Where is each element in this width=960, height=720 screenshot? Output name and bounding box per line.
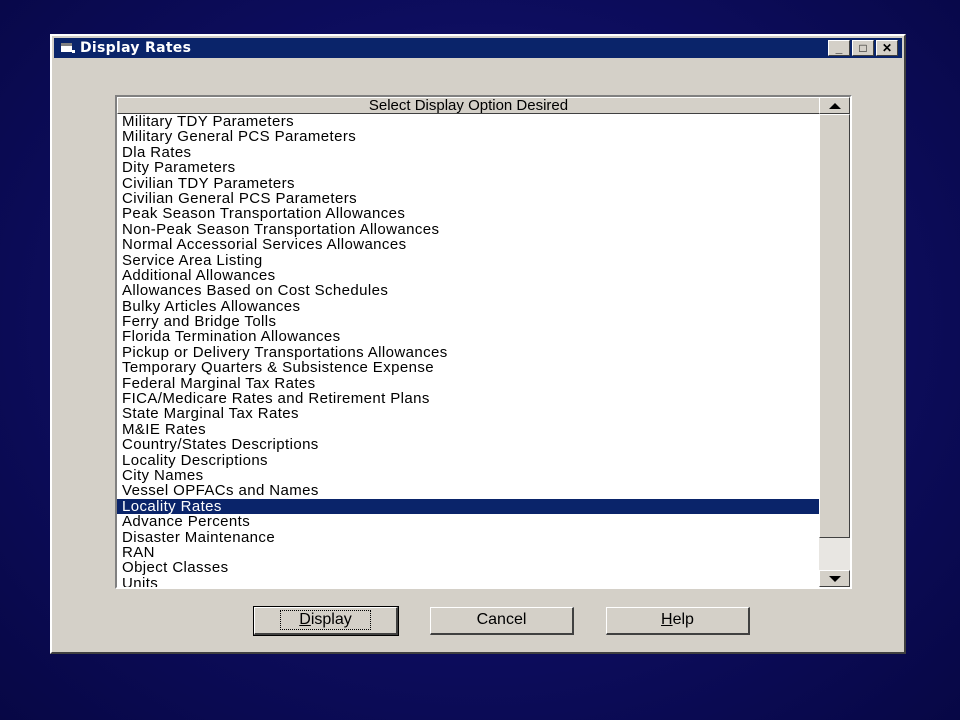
display-accel: D <box>299 611 311 628</box>
display-options-listbox[interactable]: Select Display Option Desired Military T… <box>115 95 852 589</box>
arrow-down-icon <box>829 576 841 582</box>
display-label: isplay <box>310 611 352 628</box>
list-item[interactable]: City Names <box>117 468 820 483</box>
list-item[interactable]: Peak Season Transportation Allowances <box>117 206 820 221</box>
list-item[interactable]: Pickup or Delivery Transportations Allow… <box>117 345 820 360</box>
list-item[interactable]: Object Classes <box>117 560 820 575</box>
maximize-button[interactable]: □ <box>852 40 874 56</box>
list-item[interactable]: Locality Descriptions <box>117 452 820 468</box>
list-item[interactable]: Vessel OPFACs and Names <box>117 483 820 498</box>
list-header: Select Display Option Desired <box>117 97 820 114</box>
close-button[interactable]: ✕ <box>876 40 898 56</box>
display-button[interactable]: Display <box>253 606 399 636</box>
list-item[interactable]: Units <box>117 576 820 587</box>
list-item[interactable]: State Marginal Tax Rates <box>117 406 820 421</box>
arrow-up-icon <box>829 103 841 109</box>
help-button[interactable]: Help <box>606 607 750 635</box>
list-item[interactable]: Federal Marginal Tax Rates <box>117 375 820 391</box>
list-item[interactable]: Non-Peak Season Transportation Allowance… <box>117 222 820 237</box>
display-rates-window: Display Rates _ □ ✕ Select Display Optio… <box>50 34 906 654</box>
list-item[interactable]: Military General PCS Parameters <box>117 129 820 144</box>
list-item[interactable]: M&IE Rates <box>117 422 820 437</box>
help-accel: H <box>661 611 673 628</box>
list-item[interactable]: Normal Accessorial Services Allowances <box>117 237 820 252</box>
maximize-icon: □ <box>859 41 867 55</box>
scroll-up-button[interactable] <box>819 97 850 114</box>
minimize-icon: _ <box>835 41 843 55</box>
list-item[interactable]: Country/States Descriptions <box>117 437 820 452</box>
list-item[interactable]: FICA/Medicare Rates and Retirement Plans <box>117 391 820 406</box>
cancel-button[interactable]: Cancel <box>430 607 574 635</box>
list-item[interactable]: Temporary Quarters & Subsistence Expense <box>117 360 820 375</box>
minimize-button[interactable]: _ <box>828 40 850 56</box>
list-item[interactable]: Service Area Listing <box>117 252 820 268</box>
list-item[interactable]: Disaster Maintenance <box>117 529 820 545</box>
close-icon: ✕ <box>881 41 893 55</box>
list-item[interactable]: Bulky Articles Allowances <box>117 298 820 314</box>
app-icon <box>60 41 76 55</box>
scroll-thumb[interactable] <box>819 114 850 538</box>
list-item[interactable]: Civilian TDY Parameters <box>117 175 820 191</box>
list-item[interactable]: Civilian General PCS Parameters <box>117 191 820 206</box>
list-item[interactable]: Florida Termination Allowances <box>117 329 820 344</box>
list-item[interactable]: Dity Parameters <box>117 160 820 175</box>
list-item[interactable]: RAN <box>117 545 820 560</box>
list-items: Military TDY Parameters Military General … <box>117 114 820 587</box>
list-item[interactable]: Allowances Based on Cost Schedules <box>117 283 820 298</box>
list-item[interactable]: Additional Allowances <box>117 268 820 283</box>
title-bar[interactable]: Display Rates _ □ ✕ <box>54 38 902 58</box>
scroll-down-button[interactable] <box>819 570 850 587</box>
vertical-scrollbar[interactable] <box>819 97 850 587</box>
list-item[interactable]: Advance Percents <box>117 514 820 529</box>
list-item[interactable]: Dla Rates <box>117 145 820 160</box>
window-title: Display Rates <box>80 40 192 56</box>
list-item[interactable]: Locality Rates <box>117 499 820 515</box>
cancel-label: Cancel <box>476 611 527 628</box>
list-item[interactable]: Ferry and Bridge Tolls <box>117 314 820 329</box>
list-item[interactable]: Military TDY Parameters <box>117 114 820 129</box>
help-label: elp <box>672 611 694 628</box>
